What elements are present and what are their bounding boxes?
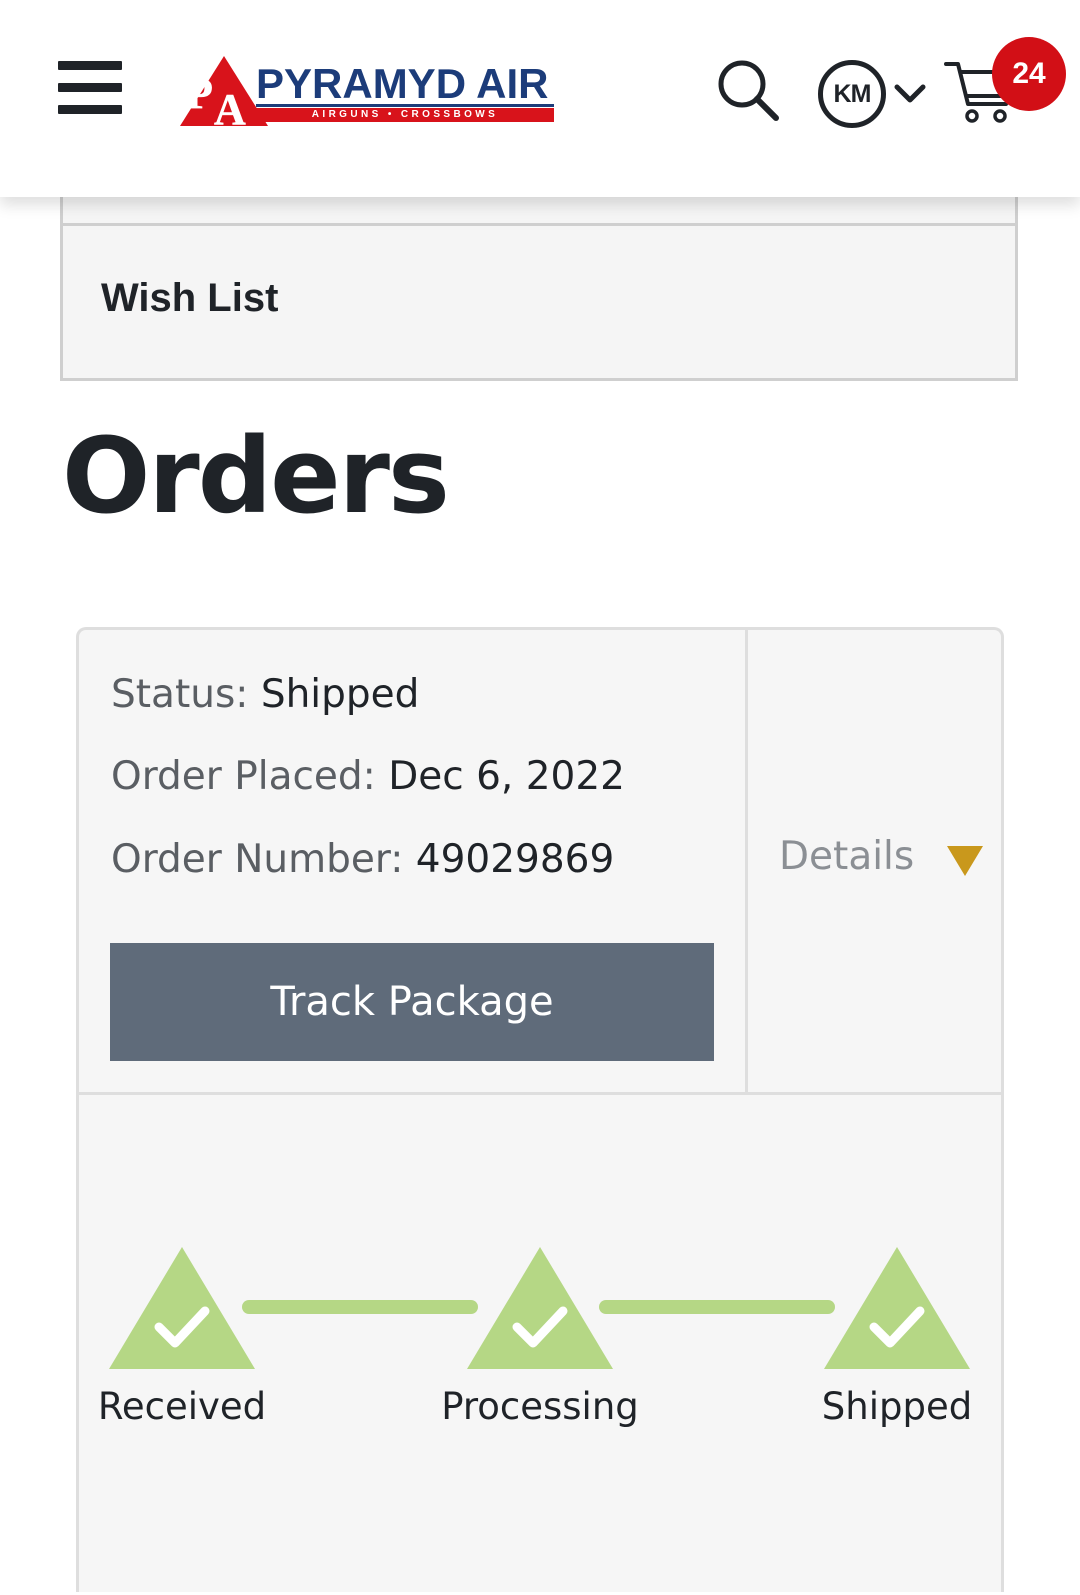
number-label: Order Number: [111, 837, 404, 882]
status-label: Status: [111, 672, 249, 717]
menu-divider [63, 223, 1015, 226]
placed-label: Order Placed: [111, 754, 376, 799]
page-title: Orders [62, 415, 450, 537]
step-label-processing: Processing [441, 1385, 639, 1428]
site-header: P A PYRAMYD AIR AIRGUNS • CROSSBOWS KM 2… [0, 0, 1080, 197]
cart-count-badge[interactable]: 24 [992, 37, 1066, 111]
menu-item-wish-list[interactable]: Wish List [101, 276, 278, 321]
logo-underline [256, 104, 554, 107]
details-toggle[interactable]: Details [779, 830, 989, 890]
logo-tagline: AIRGUNS • CROSSBOWS [311, 109, 499, 120]
order-progress-tracker: Received Processing Shipped [79, 1095, 1001, 1595]
details-label: Details [779, 834, 915, 879]
logo-brand-text: PYRAMYD AIR [256, 60, 549, 107]
account-menu: Wish List [60, 185, 1018, 381]
card-vertical-divider [745, 630, 748, 1092]
pyramyd-air-logo[interactable]: P A PYRAMYD AIR AIRGUNS • CROSSBOWS [180, 54, 560, 128]
svg-text:A: A [214, 85, 246, 128]
check-triangle-icon [467, 1247, 613, 1369]
search-icon[interactable] [716, 58, 780, 122]
progress-connector [599, 1300, 835, 1314]
account-menu-button[interactable]: KM [818, 60, 928, 128]
check-triangle-icon [109, 1247, 255, 1369]
track-package-button[interactable]: Track Package [110, 943, 714, 1061]
status-value: Shipped [260, 672, 420, 717]
progress-connector [242, 1300, 478, 1314]
order-number: Order Number: 49029869 [111, 836, 614, 884]
hamburger-menu-icon[interactable] [58, 58, 122, 116]
triangle-down-icon [947, 846, 983, 876]
chevron-down-icon [894, 84, 926, 103]
order-placed: Order Placed: Dec 6, 2022 [111, 753, 625, 801]
number-value: 49029869 [415, 837, 615, 882]
svg-text:P: P [186, 69, 213, 118]
check-triangle-icon [824, 1247, 970, 1369]
step-label-shipped: Shipped [821, 1385, 973, 1428]
step-label-received: Received [97, 1385, 267, 1428]
placed-value: Dec 6, 2022 [388, 754, 625, 799]
account-avatar: KM [818, 60, 886, 128]
order-status: Status: Shipped [111, 671, 419, 719]
order-card: Status: Shipped Order Placed: Dec 6, 202… [76, 627, 1004, 1592]
